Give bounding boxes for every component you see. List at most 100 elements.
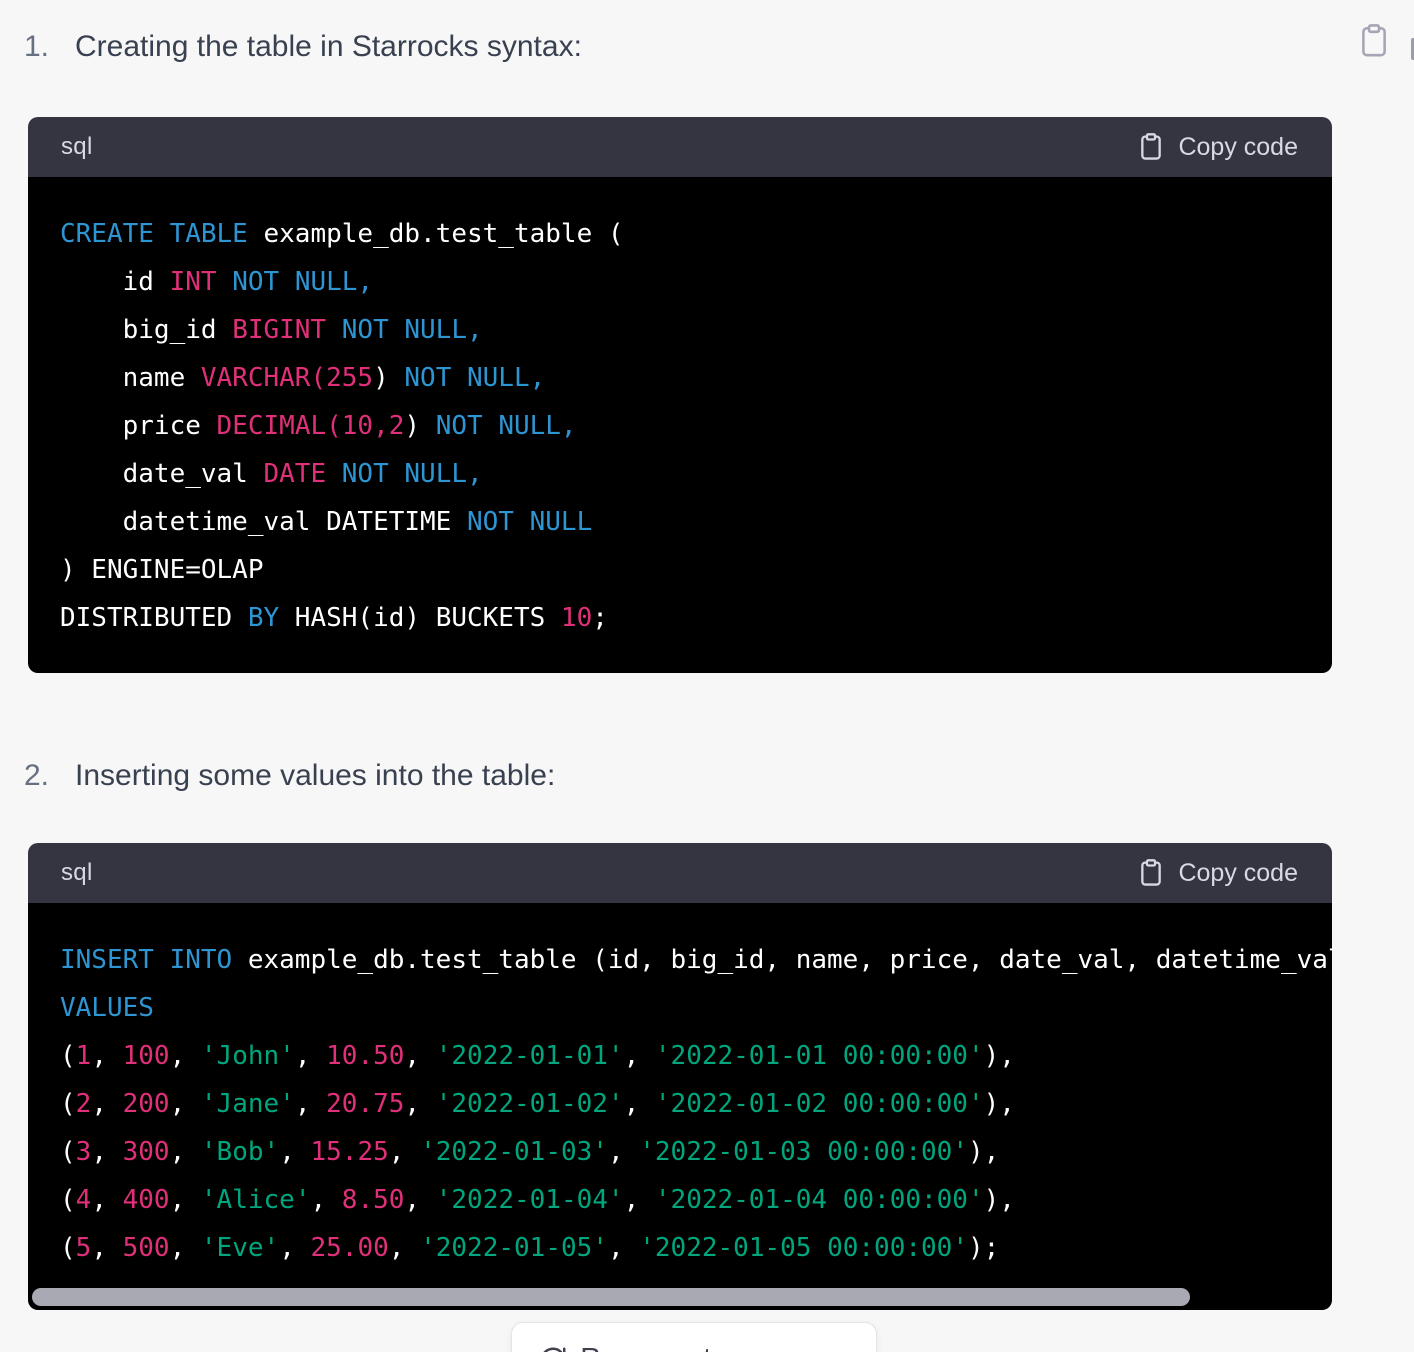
- code-token: example_db.test_table (: [248, 219, 624, 249]
- language-label: sql: [61, 133, 93, 161]
- code-token: (: [60, 1233, 76, 1263]
- code-line: (3, 300, 'Bob', 15.25, '2022-01-03', '20…: [60, 1128, 1332, 1176]
- code-token: '2022-01-04 00:00:00': [655, 1185, 984, 1215]
- code-token: ,: [608, 1233, 639, 1263]
- code-token: ,: [404, 1041, 435, 1071]
- code-token: INSERT INTO: [60, 945, 232, 975]
- copy-code-button[interactable]: Copy code: [1137, 858, 1298, 888]
- clipboard-icon: [1137, 858, 1165, 888]
- code-token: ): [373, 363, 404, 393]
- code-token: CREATE TABLE: [60, 219, 248, 249]
- code-line: datetime_val DATETIME NOT NULL: [60, 498, 1332, 546]
- language-label: sql: [61, 859, 93, 887]
- code-line: INSERT INTO example_db.test_table (id, b…: [60, 936, 1332, 984]
- code-line: date_val DATE NOT NULL,: [60, 450, 1332, 498]
- code-token: ,: [91, 1041, 122, 1071]
- code-token: ,: [91, 1185, 122, 1215]
- code-token: [217, 267, 233, 297]
- code-block-header: sql Copy code: [28, 117, 1332, 177]
- code-token: ,: [295, 1041, 326, 1071]
- code-token: NOT NULL,: [436, 411, 577, 441]
- code-line: (4, 400, 'Alice', 8.50, '2022-01-04', '2…: [60, 1176, 1332, 1224]
- code-line: VALUES: [60, 984, 1332, 1032]
- code-block-insert-values: sql Copy code INSERT INTO example_db.tes…: [28, 843, 1332, 1310]
- code-token: 300: [123, 1137, 170, 1167]
- code-token: 4: [76, 1185, 92, 1215]
- code-token: (: [60, 1137, 76, 1167]
- code-token: 10: [561, 603, 592, 633]
- code-token: ,: [170, 1041, 201, 1071]
- code-token: DATE: [264, 459, 327, 489]
- code-token: 'Alice': [201, 1185, 311, 1215]
- horizontal-scrollbar[interactable]: [32, 1288, 1190, 1306]
- code-token: big_id: [60, 315, 232, 345]
- code-token: (: [60, 1185, 76, 1215]
- code-token: NOT NULL,: [342, 459, 483, 489]
- clipboard-icon: [1137, 132, 1165, 162]
- heading-text: Inserting some values into the table:: [75, 757, 555, 795]
- list-number: 1.: [24, 28, 75, 66]
- code-token: price: [60, 411, 217, 441]
- code-token: ,: [624, 1089, 655, 1119]
- code-token: ,: [170, 1089, 201, 1119]
- code-token: ,: [624, 1041, 655, 1071]
- copy-code-label: Copy code: [1178, 859, 1298, 888]
- code-token: 8.50: [342, 1185, 405, 1215]
- regenerate-button[interactable]: Regenerate response: [511, 1322, 877, 1352]
- code-token: 10.50: [326, 1041, 404, 1071]
- code-token: 'John': [201, 1041, 295, 1071]
- code-token: DECIMAL(10,2: [217, 411, 405, 441]
- code-line: (2, 200, 'Jane', 20.75, '2022-01-02', '2…: [60, 1080, 1332, 1128]
- code-token: 100: [123, 1041, 170, 1071]
- code-line: ) ENGINE=OLAP: [60, 546, 1332, 594]
- code-token: [326, 315, 342, 345]
- code-token: ,: [404, 1185, 435, 1215]
- code-token: '2022-01-02 00:00:00': [655, 1089, 984, 1119]
- code-token: ),: [984, 1185, 1015, 1215]
- code-content: INSERT INTO example_db.test_table (id, b…: [28, 903, 1332, 1310]
- heading-text: Creating the table in Starrocks syntax:: [75, 28, 582, 66]
- code-line: price DECIMAL(10,2) NOT NULL,: [60, 402, 1332, 450]
- code-line: DISTRIBUTED BY HASH(id) BUCKETS 10;: [60, 594, 1332, 642]
- section-heading-2: 2. Inserting some values into the table:: [24, 757, 555, 795]
- code-line: big_id BIGINT NOT NULL,: [60, 306, 1332, 354]
- code-token: 'Bob': [201, 1137, 279, 1167]
- code-token: ,: [295, 1089, 326, 1119]
- code-token: example_db.test_table (id, big_id, name,…: [232, 945, 1332, 975]
- copy-code-button[interactable]: Copy code: [1137, 132, 1298, 162]
- list-number: 2.: [24, 757, 75, 795]
- code-token: date_val: [60, 459, 264, 489]
- code-token: ),: [984, 1089, 1015, 1119]
- code-token: ,: [310, 1185, 341, 1215]
- code-token: id: [60, 267, 170, 297]
- code-token: 200: [123, 1089, 170, 1119]
- code-token: NOT NULL,: [342, 315, 483, 345]
- code-line: (1, 100, 'John', 10.50, '2022-01-01', '2…: [60, 1032, 1332, 1080]
- code-token: (: [60, 1041, 76, 1071]
- section-heading-1: 1. Creating the table in Starrocks synta…: [24, 28, 582, 66]
- code-token: ,: [170, 1233, 201, 1263]
- code-token: datetime_val DATETIME: [60, 507, 467, 537]
- code-token: ,: [389, 1137, 420, 1167]
- clipboard-icon: [1357, 48, 1391, 63]
- code-token: '2022-01-01': [436, 1041, 624, 1071]
- code-token: VALUES: [60, 993, 154, 1023]
- code-token: '2022-01-05': [420, 1233, 608, 1263]
- code-token: 1: [76, 1041, 92, 1071]
- code-token: 15.25: [311, 1137, 389, 1167]
- code-token: ,: [170, 1185, 201, 1215]
- code-token: NOT NULL: [467, 507, 592, 537]
- code-token: '2022-01-02': [436, 1089, 624, 1119]
- code-token: VARCHAR(255: [201, 363, 373, 393]
- code-token: BY: [248, 603, 279, 633]
- code-token: '2022-01-01 00:00:00': [655, 1041, 984, 1071]
- code-token: 400: [123, 1185, 170, 1215]
- message-copy-button[interactable]: [1352, 20, 1396, 64]
- code-token: (: [60, 1089, 76, 1119]
- code-token: BIGINT: [232, 315, 326, 345]
- code-token: '2022-01-05 00:00:00': [639, 1233, 968, 1263]
- regenerate-label: Regenerate response: [580, 1342, 849, 1352]
- code-token: HASH(id) BUCKETS: [279, 603, 561, 633]
- code-content: CREATE TABLE example_db.test_table ( id …: [28, 177, 1332, 673]
- code-line: id INT NOT NULL,: [60, 258, 1332, 306]
